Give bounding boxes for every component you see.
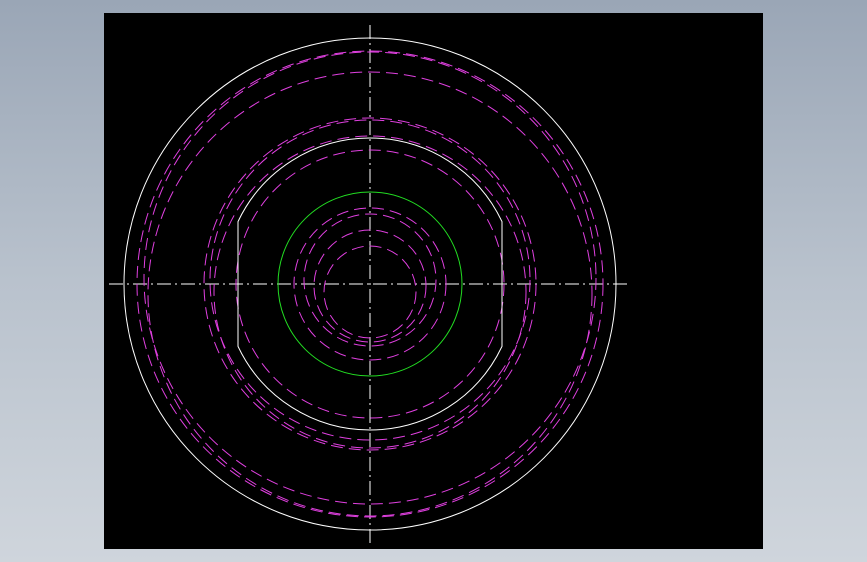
cad-viewport[interactable] — [104, 13, 763, 549]
cad-drawing — [109, 25, 629, 546]
centerlines — [109, 25, 629, 546]
